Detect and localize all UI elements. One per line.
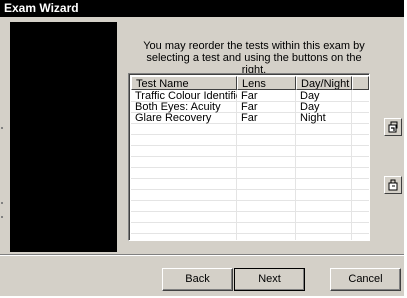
- tests-list[interactable]: Test Name Lens Day/Night Traffic Colour …: [128, 73, 370, 241]
- cell-day-night: Day: [300, 102, 320, 113]
- cell-day-night: Day: [300, 91, 320, 102]
- move-up-button[interactable]: [384, 118, 402, 136]
- table-row[interactable]: Glare Recovery Far Night: [131, 113, 369, 124]
- column-header-filler: [352, 76, 369, 90]
- wizard-side-panel: [10, 22, 117, 252]
- window-title: Exam Wizard: [0, 0, 404, 17]
- list-header: Test Name Lens Day/Night: [131, 76, 369, 90]
- cell-test-name: Traffic Colour Identific...: [135, 91, 237, 102]
- exam-wizard-window: Exam Wizard You may reorder the tests wi…: [0, 0, 404, 296]
- instruction-line-1: You may reorder the tests within this ex…: [143, 40, 365, 52]
- list-rows: Traffic Colour Identific... Far Day Both…: [131, 91, 369, 124]
- cell-lens: Far: [241, 102, 258, 113]
- column-header-lens[interactable]: Lens: [237, 76, 296, 90]
- cell-test-name: Both Eyes: Acuity: [135, 102, 221, 113]
- column-header-day-night[interactable]: Day/Night: [296, 76, 352, 90]
- back-button[interactable]: Back: [162, 268, 233, 291]
- cell-test-name: Glare Recovery: [135, 113, 212, 124]
- next-button[interactable]: Next: [234, 268, 305, 291]
- move-down-button[interactable]: [384, 176, 402, 194]
- table-row[interactable]: Traffic Colour Identific... Far Day: [131, 91, 369, 102]
- table-row[interactable]: Both Eyes: Acuity Far Day: [131, 102, 369, 113]
- reorder-up-icon: [388, 121, 398, 133]
- cell-lens: Far: [241, 91, 258, 102]
- reorder-down-icon: [388, 179, 398, 191]
- cell-day-night: Night: [300, 113, 326, 124]
- cell-lens: Far: [241, 113, 258, 124]
- instruction-text: You may reorder the tests within this ex…: [136, 40, 372, 76]
- column-header-test-name[interactable]: Test Name: [131, 76, 237, 90]
- cancel-button[interactable]: Cancel: [330, 268, 401, 291]
- button-separator: [0, 254, 404, 256]
